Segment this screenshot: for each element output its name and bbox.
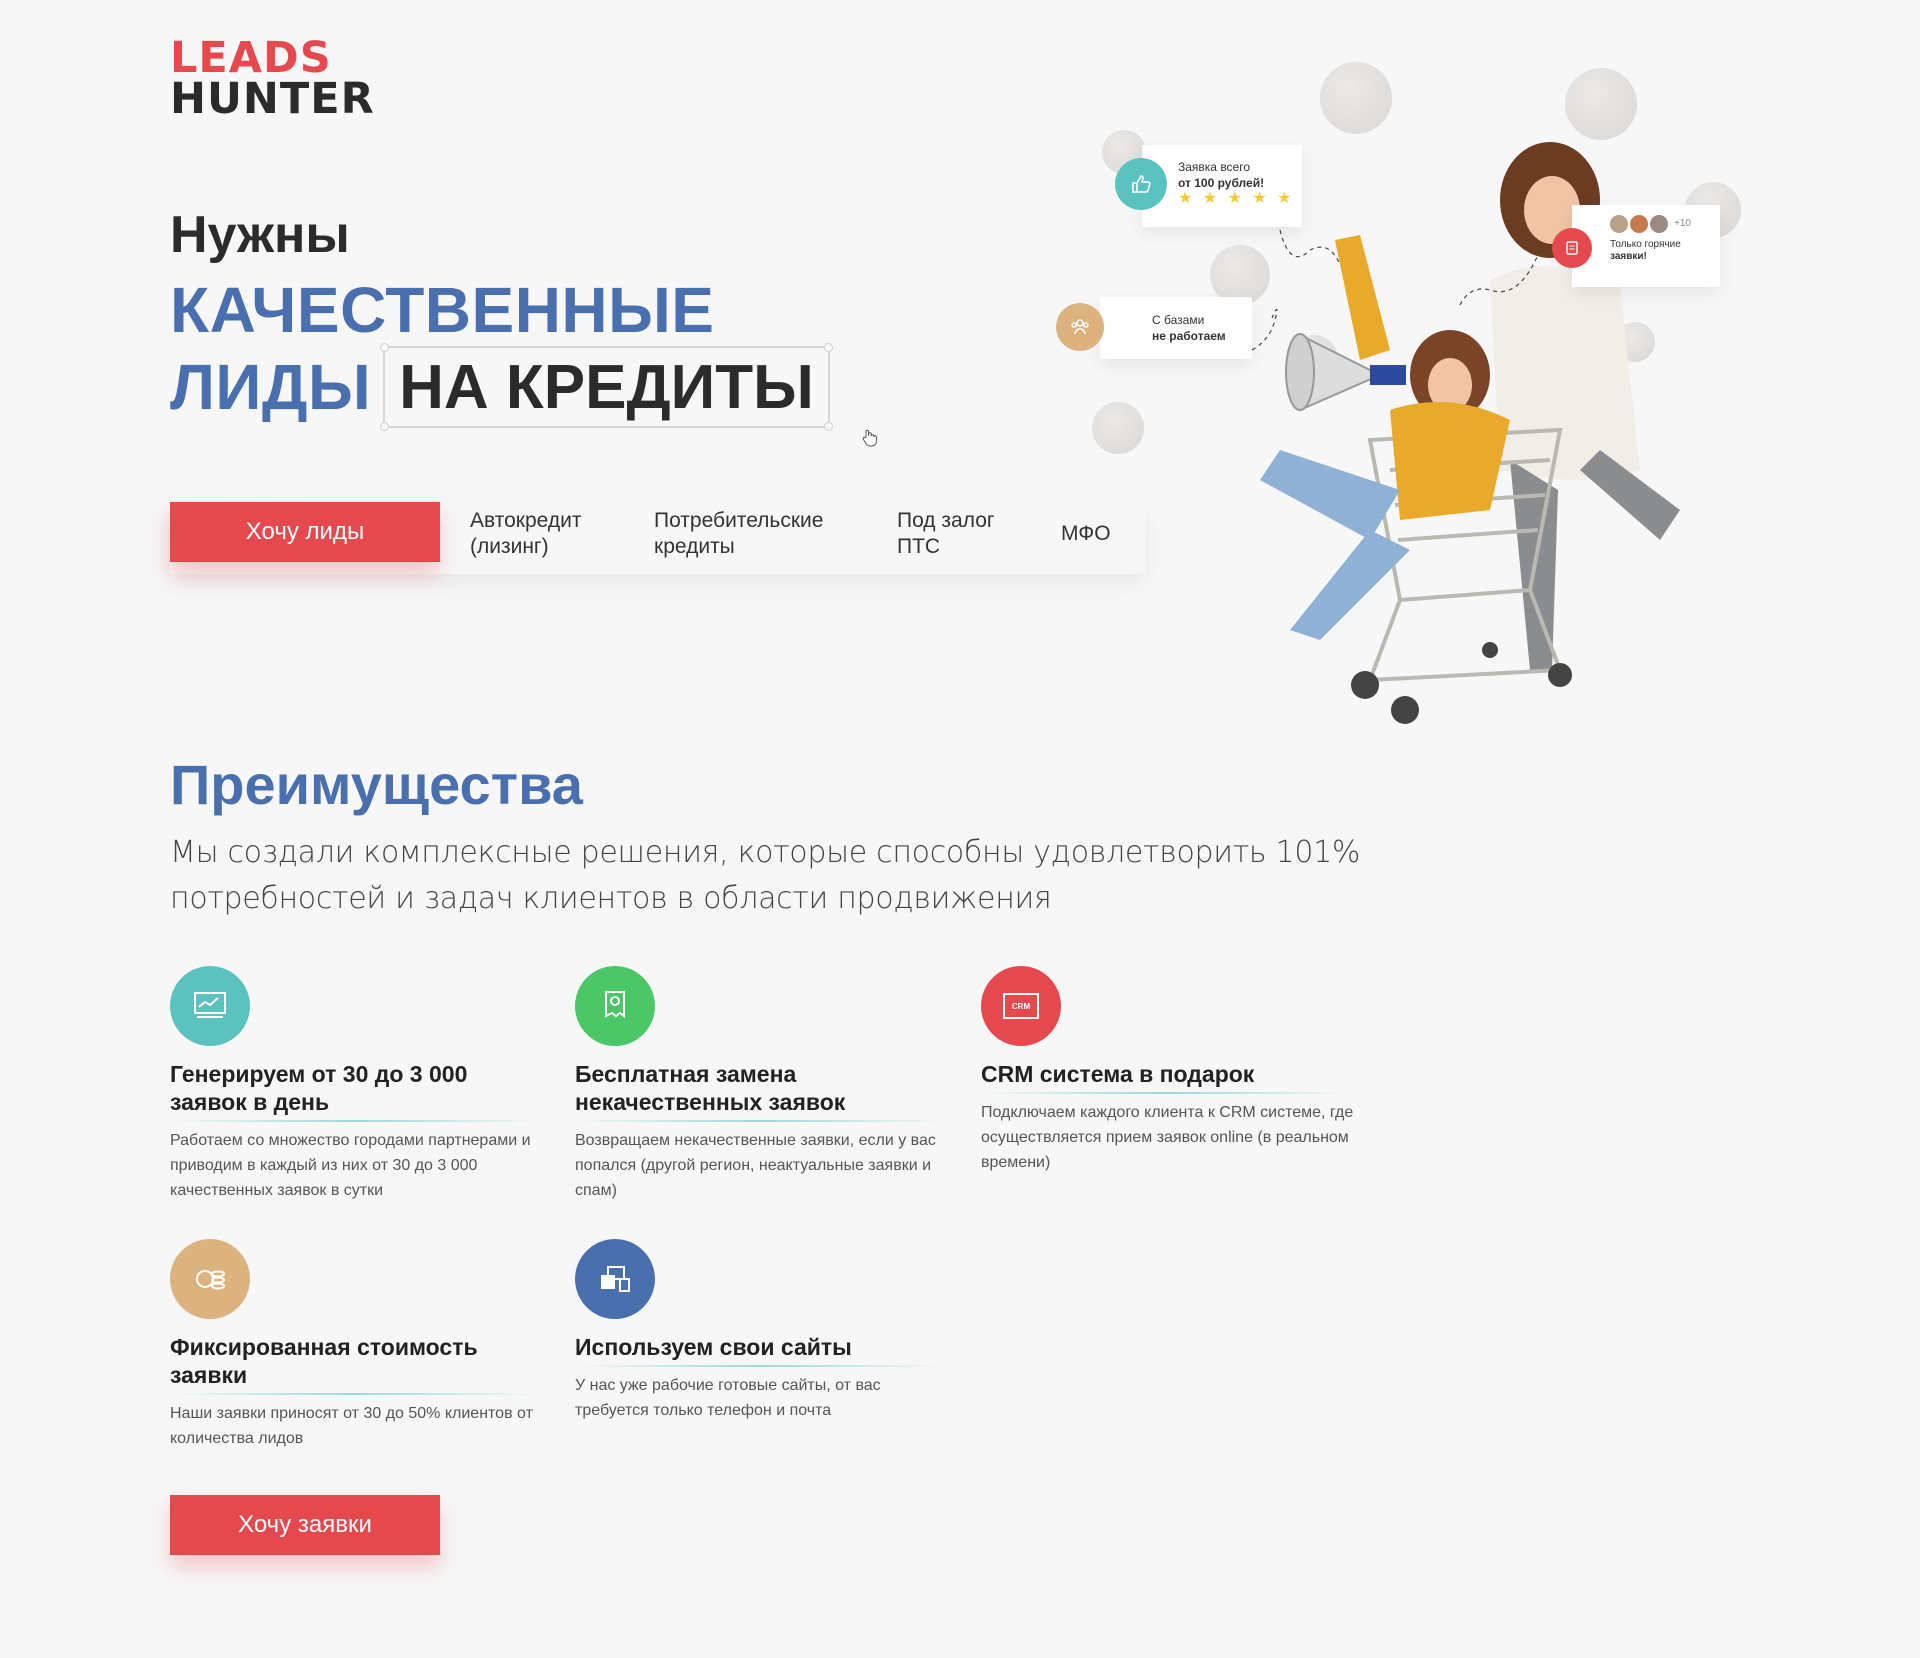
resize-handle-icon[interactable] (380, 422, 390, 431)
feature-card: Генерируем от 30 до 3 000 заявок в день … (170, 966, 550, 1203)
feature-title: Генерируем от 30 до 3 000 заявок в день (170, 1060, 550, 1122)
logo-line2: HUNTER (170, 73, 375, 124)
feature-card: Используем свои сайты У нас уже рабочие … (575, 1239, 955, 1423)
certificate-icon (575, 966, 655, 1046)
resize-handle-icon[interactable] (823, 343, 833, 352)
dashed-connectors (1251, 229, 1541, 351)
nav-item-pts[interactable]: Под залог ПТС (897, 508, 995, 560)
advantages-title: Преимущества (170, 753, 583, 816)
nav-item-autocredit[interactable]: Автокредит (лизинг) (470, 508, 581, 560)
crm-icon: CRM (981, 966, 1061, 1046)
logo-line1: LEADS (170, 33, 332, 83)
hero-line1: Нужны (170, 206, 350, 264)
feature-description: Возвращаем некачественные заявки, если у… (575, 1132, 936, 1199)
hero-line3-boxed: НА КРЕДИТЫ (399, 352, 814, 422)
feature-title: CRM система в подарок (981, 1060, 1361, 1094)
devices-icon (575, 1239, 655, 1319)
feature-description: Работаем со множество городами партнерам… (170, 1132, 531, 1199)
nav-item-consumer-credit[interactable]: Потребительские кредиты (654, 508, 823, 560)
advantages-subtitle: Мы создали комплексные решения, которые … (170, 835, 1361, 916)
feature-card: Бесплатная замена некачественных заявок … (575, 966, 955, 1203)
hero-title: Нужны КАЧЕСТВЕННЫЕ ЛИДЫ НА КРЕДИТЫ (170, 205, 833, 431)
crm-icon-label: CRM (1011, 1001, 1031, 1011)
hero-illustration: Заявка всего от 100 рублей! ★ ★ ★ ★ ★ С … (1040, 50, 1760, 730)
feature-description: Подключаем каждого клиента к CRM системе… (981, 1104, 1354, 1171)
hero-line3: ЛИДЫ НА КРЕДИТЫ (170, 343, 833, 431)
hero-editable-text-box[interactable]: НА КРЕДИТЫ (380, 343, 833, 431)
coins-icon (170, 1239, 250, 1319)
want-requests-button[interactable]: Хочу заявки (170, 1495, 440, 1555)
want-leads-button[interactable]: Хочу лиды (170, 502, 440, 562)
hand-cursor-icon (862, 429, 877, 447)
feature-title: Бесплатная замена некачественных заявок (575, 1060, 955, 1122)
resize-handle-icon[interactable] (823, 422, 833, 431)
feature-card: CRM CRM система в подарок Подключаем каж… (981, 966, 1361, 1175)
feature-title: Фиксированная стоимость заявки (170, 1333, 550, 1395)
logo[interactable]: LEADS HUNTER (170, 33, 375, 124)
category-nav: Хочу лиды Автокредит (лизинг) Потребител… (170, 502, 1145, 574)
feature-title: Используем свои сайты (575, 1333, 955, 1367)
feature-card: Фиксированная стоимость заявки Наши заяв… (170, 1239, 550, 1451)
chart-board-icon (170, 966, 250, 1046)
feature-description: У нас уже рабочие готовые сайты, от вас … (575, 1377, 881, 1419)
hero-line2: КАЧЕСТВЕННЫЕ (170, 274, 715, 346)
resize-handle-icon[interactable] (380, 343, 390, 352)
hero-line3-blue: ЛИДЫ (170, 351, 372, 423)
feature-description: Наши заявки приносят от 30 до 50% клиент… (170, 1405, 533, 1447)
